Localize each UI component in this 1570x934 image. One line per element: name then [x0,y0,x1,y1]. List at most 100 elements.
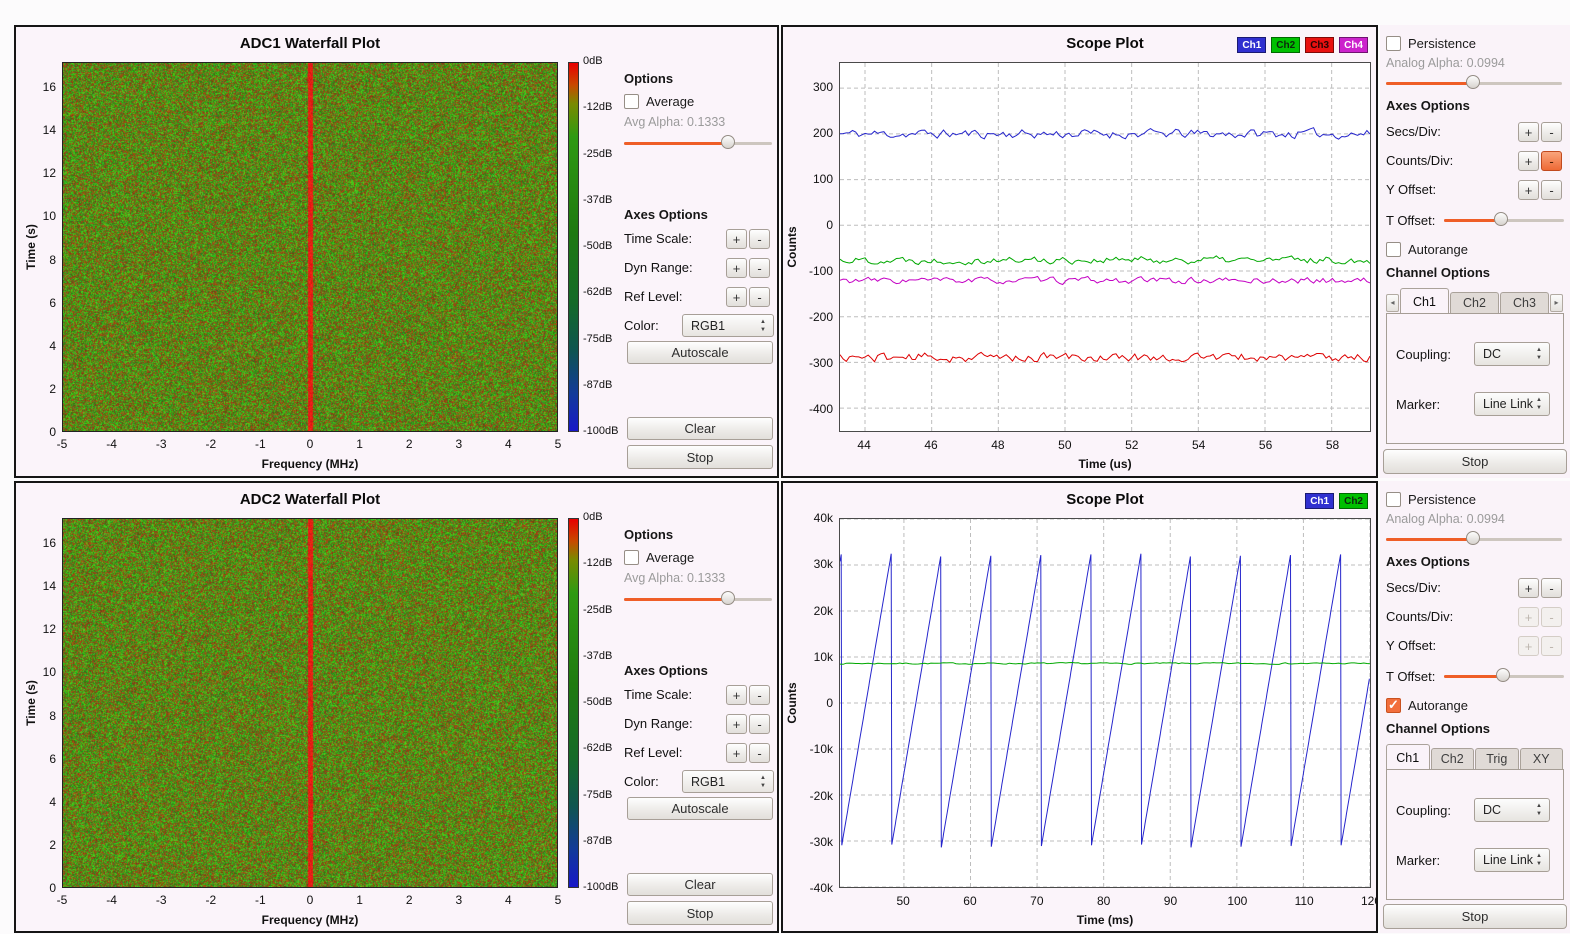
slider-knob[interactable] [721,135,735,149]
x-tick-label: 4 [493,437,523,451]
dyn-range-row: Dyn Range: + - [620,258,779,280]
x-tick-label: 56 [1246,438,1286,452]
autorange-checkbox-row[interactable]: Autorange [1386,697,1468,714]
marker-select[interactable]: Line Link ▲▼ [1474,848,1550,872]
dyn-range-minus-button[interactable]: - [749,258,770,278]
coupling-label: Coupling: [1396,803,1451,818]
autorange-checkbox[interactable] [1386,698,1401,713]
stop-button[interactable]: Stop [1383,904,1567,929]
t-offset-slider[interactable] [1444,212,1564,228]
y-offset-plus-button[interactable]: + [1518,180,1539,200]
ref-level-minus-button[interactable]: - [749,287,770,307]
counts-div-minus-button[interactable]: - [1541,607,1562,627]
secs-div-plus-button[interactable]: + [1518,122,1539,142]
stop-button[interactable]: Stop [627,901,773,925]
analog-alpha-slider[interactable] [1386,531,1562,547]
slider-knob[interactable] [721,591,735,605]
scope1-panel: Scope Plot Ch1Ch2Ch3Ch4 Counts Time (us)… [781,25,1378,478]
slider-knob[interactable] [1494,212,1508,226]
ref-level-minus-button[interactable]: - [749,743,770,763]
slider-fill [1444,219,1502,222]
tab-xy[interactable]: XY [1520,748,1564,770]
coupling-select[interactable]: DC ▲▼ [1474,798,1550,822]
average-checkbox-row[interactable]: Average [624,549,694,566]
slider-knob[interactable] [1466,531,1480,545]
t-offset-row: T Offset: [1380,667,1570,689]
persistence-checkbox-row[interactable]: Persistence [1386,491,1476,508]
x-tick-label: 70 [1017,894,1057,908]
time-scale-minus-button[interactable]: - [749,229,770,249]
tab-scroll-right-button[interactable]: ▸ [1550,294,1563,312]
persistence-label: Persistence [1408,492,1476,507]
ref-level-plus-button[interactable]: + [726,743,747,763]
scope-plot[interactable] [839,62,1371,432]
autorange-checkbox-row[interactable]: Autorange [1386,241,1468,258]
legend-chip-ch4: Ch4 [1339,37,1368,53]
avg-alpha-slider[interactable] [624,135,772,151]
tab-ch1[interactable]: Ch1 [1400,288,1449,314]
ref-level-plus-button[interactable]: + [726,287,747,307]
stop-button[interactable]: Stop [627,445,773,469]
autorange-checkbox[interactable] [1386,242,1401,257]
persistence-checkbox[interactable] [1386,492,1401,507]
channel-legend: Ch1Ch2Ch3Ch4 [1237,37,1368,53]
persistence-checkbox-row[interactable]: Persistence [1386,35,1476,52]
time-scale-row: Time Scale: + - [620,229,779,251]
dyn-range-plus-button[interactable]: + [726,258,747,278]
colorbar-tick-label: -75dB [583,789,629,801]
average-checkbox-row[interactable]: Average [624,93,694,110]
y-tick-label: 16 [30,80,56,94]
time-scale-plus-button[interactable]: + [726,229,747,249]
secs-div-plus-button[interactable]: + [1518,578,1539,598]
coupling-select[interactable]: DC ▲▼ [1474,342,1550,366]
scope-traces [840,63,1370,431]
tab-ch2[interactable]: Ch2 [1450,292,1499,314]
tab-ch2[interactable]: Ch2 [1431,748,1475,770]
ref-level-label: Ref Level: [624,289,683,304]
secs-div-minus-button[interactable]: - [1541,122,1562,142]
channel-tabs: ◂Ch1Ch2Ch3▸ [1386,287,1564,314]
persistence-checkbox[interactable] [1386,36,1401,51]
clear-button[interactable]: Clear [627,873,773,896]
y-tick-label: 12 [30,622,56,636]
marker-select[interactable]: Line Link ▲▼ [1474,392,1550,416]
color-select[interactable]: RGB1 ▲▼ [682,770,774,793]
scope-plot[interactable] [839,518,1371,888]
dyn-range-plus-button[interactable]: + [726,714,747,734]
y-offset-plus-button[interactable]: + [1518,636,1539,656]
t-offset-label: T Offset: [1386,213,1435,228]
slider-knob[interactable] [1466,75,1480,89]
colorbar-tick-label: -87dB [583,379,629,391]
dyn-range-minus-button[interactable]: - [749,714,770,734]
slider-fill [1386,538,1474,541]
tab-trig[interactable]: Trig [1475,748,1519,770]
tab-ch1[interactable]: Ch1 [1386,744,1430,770]
waterfall-plot[interactable] [62,62,558,432]
autoscale-button[interactable]: Autoscale [627,797,773,820]
t-offset-slider[interactable] [1444,668,1564,684]
autoscale-button[interactable]: Autoscale [627,341,773,364]
marker-label: Marker: [1396,397,1440,412]
counts-div-plus-button[interactable]: + [1518,607,1539,627]
y-offset-minus-button[interactable]: - [1541,180,1562,200]
counts-div-plus-button[interactable]: + [1518,151,1539,171]
slider-knob[interactable] [1496,668,1510,682]
tab-ch3[interactable]: Ch3 [1500,292,1549,314]
y-offset-minus-button[interactable]: - [1541,636,1562,656]
tab-scroll-left-button[interactable]: ◂ [1386,294,1399,312]
stop-button[interactable]: Stop [1383,449,1567,474]
y-tick-label: -30k [793,835,833,849]
autorange-label: Autorange [1408,698,1468,713]
y-tick-label: 300 [793,80,833,94]
secs-div-minus-button[interactable]: - [1541,578,1562,598]
colorbar [568,518,579,888]
clear-button[interactable]: Clear [627,417,773,440]
y-tick-label: -20k [793,789,833,803]
avg-alpha-slider[interactable] [624,591,772,607]
color-select[interactable]: RGB1 ▲▼ [682,314,774,337]
waterfall-plot[interactable] [62,518,558,888]
analog-alpha-slider[interactable] [1386,75,1562,91]
time-scale-minus-button[interactable]: - [749,685,770,705]
time-scale-plus-button[interactable]: + [726,685,747,705]
counts-div-minus-button[interactable]: - [1541,151,1562,171]
